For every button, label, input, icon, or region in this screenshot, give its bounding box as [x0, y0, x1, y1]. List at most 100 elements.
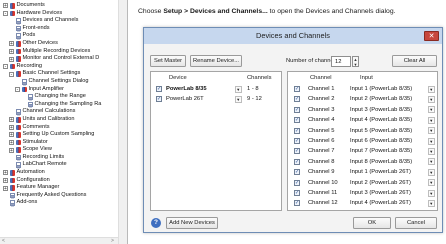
channel-row[interactable]: ✓ Channel 6 Input 6 (PowerLab 8/35) ▼ — [288, 136, 437, 146]
channel-row[interactable]: ✓ Channel 10 Input 2 (PowerLab 26T) ▼ — [288, 178, 437, 188]
device-checkbox[interactable]: ✓ — [156, 86, 162, 92]
channel-checkbox[interactable]: ✓ — [294, 200, 300, 207]
channel-row[interactable]: ✓ Channel 4 Input 4 (PowerLab 8/35) ▼ — [288, 115, 437, 125]
expand-icon[interactable]: + — [9, 48, 14, 54]
chevron-down-icon[interactable]: ▼ — [428, 158, 435, 166]
channel-checkbox[interactable]: ✓ — [294, 106, 300, 113]
expand-icon[interactable]: + — [3, 170, 8, 176]
tree-item[interactable]: Frequently Asked Questions — [0, 192, 124, 200]
channel-checkbox[interactable]: ✓ — [294, 86, 300, 92]
chevron-down-icon[interactable]: ▼ — [428, 147, 435, 155]
tree-item[interactable]: + Monitor and Control External D — [0, 55, 124, 63]
expand-icon[interactable]: + — [9, 124, 14, 130]
chevron-down-icon[interactable]: ▼ — [428, 168, 435, 176]
ok-button[interactable]: OK — [353, 217, 391, 229]
collapse-icon[interactable]: - — [15, 86, 20, 92]
tree-item[interactable]: + Configuration — [0, 177, 124, 185]
tree-item[interactable]: + Comments — [0, 124, 124, 132]
channel-row[interactable]: ✓ Channel 11 Input 3 (PowerLab 26T) ▼ — [288, 188, 437, 198]
chevron-down-icon[interactable]: ▼ — [428, 116, 435, 124]
tree-item[interactable]: + Other Devices — [0, 40, 124, 48]
channel-input: Input 3 (PowerLab 26T) — [350, 190, 411, 196]
tree-item[interactable]: + Documents — [0, 2, 124, 10]
tree-vertical-scrollbar[interactable] — [118, 0, 127, 244]
expand-icon[interactable]: + — [9, 41, 14, 47]
tree-item[interactable]: - Basic Channel Settings — [0, 70, 124, 78]
tree-item[interactable]: + Setting Up Custom Sampling — [0, 131, 124, 139]
tree-item[interactable]: Changing the Range — [0, 93, 124, 101]
tree-item[interactable]: Front-ends — [0, 25, 124, 33]
collapse-icon[interactable]: - — [3, 64, 8, 70]
channel-checkbox[interactable]: ✓ — [294, 179, 300, 186]
channel-checkbox[interactable]: ✓ — [294, 158, 300, 165]
scroll-left-arrow-icon[interactable]: < — [2, 238, 5, 244]
close-button[interactable]: ✕ — [424, 31, 439, 41]
add-new-devices-button[interactable]: Add New Devices — [166, 217, 218, 229]
number-of-channels-input[interactable]: 12 — [331, 56, 351, 67]
channel-checkbox[interactable]: ✓ — [294, 148, 300, 155]
expand-icon[interactable]: + — [9, 117, 14, 123]
chevron-down-icon[interactable]: ▼ — [428, 106, 435, 114]
tree-item[interactable]: Channel Calculations — [0, 108, 124, 116]
tree-item[interactable]: Changing the Sampling Ra — [0, 101, 124, 109]
channel-checkbox[interactable]: ✓ — [294, 169, 300, 176]
tree-item[interactable]: LabChart Remote — [0, 161, 124, 169]
channel-row[interactable]: ✓ Channel 3 Input 3 (PowerLab 8/35) ▼ — [288, 105, 437, 115]
channel-row[interactable]: ✓ Channel 7 Input 7 (PowerLab 8/35) ▼ — [288, 146, 437, 156]
tree-item[interactable]: + Scope View — [0, 146, 124, 154]
chevron-down-icon[interactable]: ▼ — [428, 95, 435, 103]
expand-icon[interactable]: + — [9, 56, 14, 62]
expand-icon[interactable]: + — [3, 185, 8, 191]
expand-icon[interactable]: + — [3, 178, 8, 184]
tree-item[interactable]: Pods — [0, 32, 124, 40]
channel-row[interactable]: ✓ Channel 12 Input 4 (PowerLab 26T) ▼ — [288, 198, 437, 208]
help-icon[interactable]: ? — [151, 218, 161, 228]
chevron-down-icon[interactable]: ▼ — [428, 179, 435, 187]
channel-checkbox[interactable]: ✓ — [294, 190, 300, 196]
chevron-down-icon[interactable]: ▼ — [235, 95, 242, 103]
set-master-button[interactable]: Set Master — [150, 55, 186, 67]
tree-item[interactable]: - Input Amplifier — [0, 86, 124, 94]
tree-item[interactable]: - Hardware Devices — [0, 10, 124, 18]
scroll-right-arrow-icon[interactable]: > — [111, 238, 114, 244]
clear-all-button[interactable]: Clear All — [392, 55, 437, 67]
chevron-down-icon[interactable]: ▼ — [428, 85, 435, 93]
tree-item[interactable]: Add-ons — [0, 199, 124, 207]
chevron-down-icon[interactable]: ▼ — [428, 137, 435, 145]
expand-icon[interactable]: + — [3, 3, 8, 9]
tree-item[interactable]: + Units and Calibration — [0, 116, 124, 124]
channel-row[interactable]: ✓ Channel 1 Input 1 (PowerLab 8/35) ▼ — [288, 84, 437, 94]
number-of-channels-stepper[interactable]: ▲ ▼ — [352, 56, 359, 67]
collapse-icon[interactable]: - — [9, 71, 14, 77]
chevron-down-icon[interactable]: ▼ — [428, 189, 435, 197]
channel-checkbox[interactable]: ✓ — [294, 96, 300, 103]
collapse-icon[interactable]: - — [3, 10, 8, 16]
chevron-down-icon[interactable]: ▼ — [428, 199, 435, 207]
expand-icon[interactable]: + — [9, 140, 14, 146]
chevron-down-icon[interactable]: ▼ — [235, 85, 242, 93]
channel-row[interactable]: ✓ Channel 2 Input 2 (PowerLab 8/35) ▼ — [288, 94, 437, 104]
tree-horizontal-scrollbar[interactable]: < > — [0, 237, 118, 244]
tree-item[interactable]: + Multiple Recording Devices — [0, 48, 124, 56]
channel-checkbox[interactable]: ✓ — [294, 117, 300, 124]
tree-item[interactable]: Recording Limits — [0, 154, 124, 162]
device-row[interactable]: ✓ PowerLab 8/35 ▼ 1 - 8 — [151, 84, 281, 94]
device-checkbox[interactable]: ✓ — [156, 96, 162, 103]
tree-item[interactable]: + Automation — [0, 169, 124, 177]
channel-checkbox[interactable]: ✓ — [294, 127, 300, 134]
cancel-button[interactable]: Cancel — [395, 217, 437, 229]
tree-item[interactable]: - Recording — [0, 63, 124, 71]
tree-item[interactable]: Devices and Channels — [0, 17, 124, 25]
rename-device-button[interactable]: Rename Device... — [190, 55, 242, 67]
expand-icon[interactable]: + — [9, 132, 14, 138]
channel-checkbox[interactable]: ✓ — [294, 138, 300, 144]
tree-item[interactable]: Channel Settings Dialog — [0, 78, 124, 86]
channel-row[interactable]: ✓ Channel 5 Input 5 (PowerLab 8/35) ▼ — [288, 126, 437, 136]
expand-icon[interactable]: + — [9, 147, 14, 153]
channel-row[interactable]: ✓ Channel 9 Input 1 (PowerLab 26T) ▼ — [288, 167, 437, 177]
device-row[interactable]: ✓ PowerLab 26T ▼ 9 - 12 — [151, 94, 281, 104]
chevron-down-icon[interactable]: ▼ — [428, 127, 435, 135]
tree-item[interactable]: + Feature Manager — [0, 184, 124, 192]
tree-item[interactable]: + Stimulator — [0, 139, 124, 147]
channel-row[interactable]: ✓ Channel 8 Input 8 (PowerLab 8/35) ▼ — [288, 157, 437, 167]
